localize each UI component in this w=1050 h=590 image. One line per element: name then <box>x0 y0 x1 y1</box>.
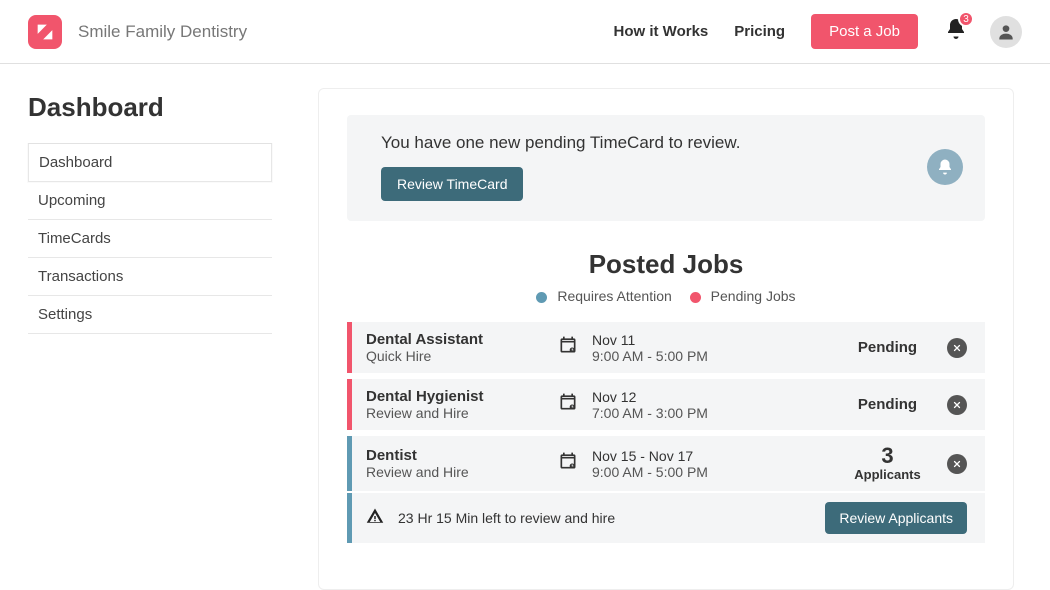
job-hire-type: Review and Hire <box>366 464 546 480</box>
warning-icon <box>366 507 384 530</box>
notifications-button[interactable]: 3 <box>944 17 968 46</box>
notification-count-badge: 3 <box>958 11 974 27</box>
job-status: 3 Applicants <box>840 445 935 482</box>
dot-icon <box>690 292 701 303</box>
user-icon <box>996 22 1016 42</box>
job-status: Pending <box>840 339 935 356</box>
sidebar-item-timecards[interactable]: TimeCards <box>28 220 272 258</box>
job-hours: 9:00 AM - 5:00 PM <box>592 348 828 364</box>
applicant-label: Applicants <box>840 467 935 482</box>
job-title: Dental Assistant <box>366 331 546 348</box>
jobs-list: Dental Assistant Quick Hire Nov 11 9:00 … <box>347 322 985 543</box>
logo-mark-icon <box>34 21 56 43</box>
job-date: Nov 12 <box>592 389 828 405</box>
close-job-button[interactable] <box>947 338 967 358</box>
applicant-count: 3 <box>840 445 935 467</box>
status-text: Pending <box>840 339 935 356</box>
close-icon <box>952 343 962 353</box>
close-job-button[interactable] <box>947 395 967 415</box>
job-date: Nov 11 <box>592 332 828 348</box>
close-icon <box>952 459 962 469</box>
sidebar: Dashboard Dashboard Upcoming TimeCards T… <box>0 64 300 590</box>
job-row-footer: 23 Hr 15 Min left to review and hire Rev… <box>347 493 985 543</box>
app-header: Smile Family Dentistry How it Works Pric… <box>0 0 1050 64</box>
calendar-icon <box>558 392 580 417</box>
job-date: Nov 15 - Nov 17 <box>592 448 828 464</box>
nav-pricing[interactable]: Pricing <box>734 23 785 40</box>
logo[interactable] <box>28 15 62 49</box>
post-job-button[interactable]: Post a Job <box>811 14 918 49</box>
page-title: Dashboard <box>28 92 272 123</box>
status-text: Pending <box>840 396 935 413</box>
job-title: Dentist <box>366 447 546 464</box>
legend-pending: Pending Jobs <box>690 288 796 304</box>
legend-label: Requires Attention <box>557 288 671 304</box>
job-status: Pending <box>840 396 935 413</box>
timecard-banner: You have one new pending TimeCard to rev… <box>347 115 985 221</box>
section-title: Posted Jobs <box>347 249 985 280</box>
banner-message: You have one new pending TimeCard to rev… <box>381 133 927 153</box>
calendar-icon <box>558 335 580 360</box>
review-applicants-button[interactable]: Review Applicants <box>825 502 967 534</box>
legend-requires-attention: Requires Attention <box>536 288 671 304</box>
close-job-button[interactable] <box>947 454 967 474</box>
dashboard-card: You have one new pending TimeCard to rev… <box>318 88 1014 590</box>
countdown-text: 23 Hr 15 Min left to review and hire <box>398 510 811 526</box>
job-hours: 7:00 AM - 3:00 PM <box>592 405 828 421</box>
banner-bell-badge <box>927 149 963 185</box>
job-row[interactable]: Dental Assistant Quick Hire Nov 11 9:00 … <box>347 322 985 373</box>
main-content: You have one new pending TimeCard to rev… <box>300 64 1050 590</box>
review-timecard-button[interactable]: Review TimeCard <box>381 167 523 201</box>
posted-jobs-heading: Posted Jobs Requires Attention Pending J… <box>347 249 985 304</box>
dot-icon <box>536 292 547 303</box>
legend: Requires Attention Pending Jobs <box>347 288 985 304</box>
sidebar-item-dashboard[interactable]: Dashboard <box>28 144 272 182</box>
job-hire-type: Quick Hire <box>366 348 546 364</box>
job-hire-type: Review and Hire <box>366 405 546 421</box>
legend-label: Pending Jobs <box>711 288 796 304</box>
sidebar-nav: Dashboard Upcoming TimeCards Transaction… <box>28 143 272 334</box>
sidebar-item-upcoming[interactable]: Upcoming <box>28 182 272 220</box>
calendar-icon <box>558 451 580 476</box>
bell-icon <box>936 158 954 176</box>
brand-name: Smile Family Dentistry <box>78 22 247 42</box>
job-row[interactable]: Dental Hygienist Review and Hire Nov 12 … <box>347 379 985 430</box>
job-row[interactable]: Dentist Review and Hire Nov 15 - Nov 17 … <box>347 436 985 491</box>
job-title: Dental Hygienist <box>366 388 546 405</box>
nav-how-it-works[interactable]: How it Works <box>614 23 709 40</box>
sidebar-item-transactions[interactable]: Transactions <box>28 258 272 296</box>
sidebar-item-settings[interactable]: Settings <box>28 296 272 334</box>
avatar[interactable] <box>990 16 1022 48</box>
close-icon <box>952 400 962 410</box>
job-hours: 9:00 AM - 5:00 PM <box>592 464 828 480</box>
